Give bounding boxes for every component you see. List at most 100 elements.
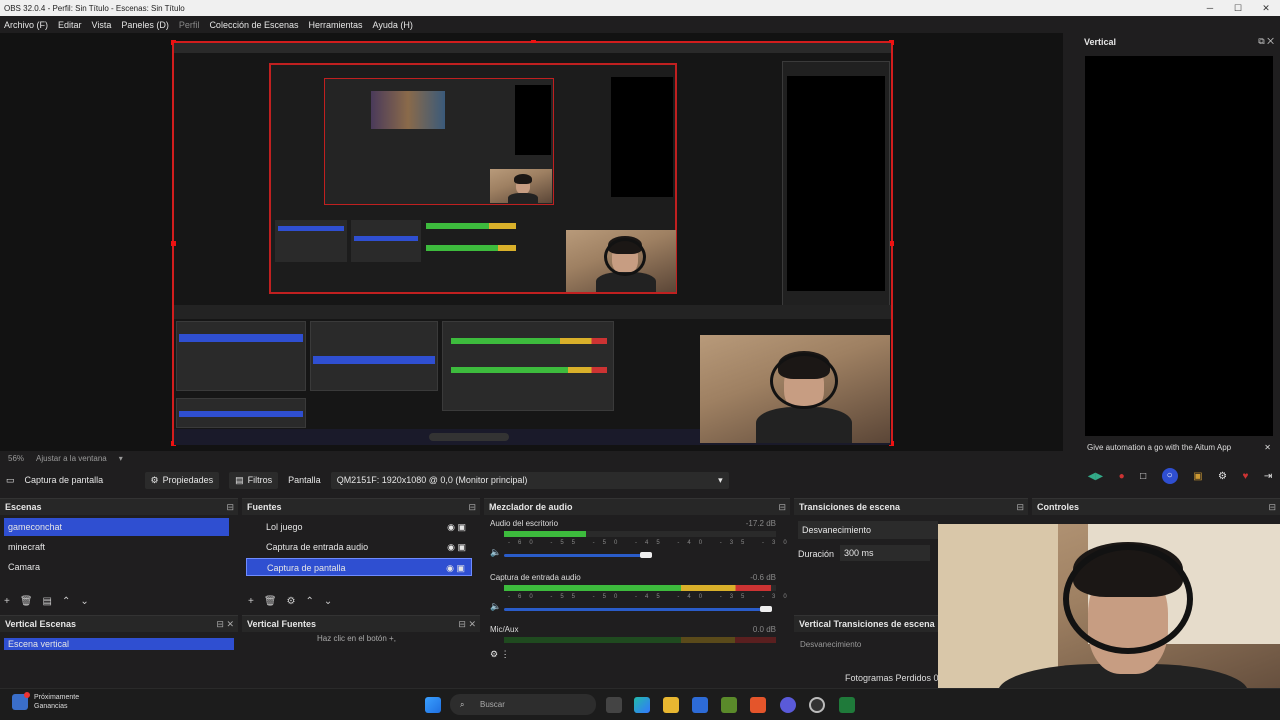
- source-label: Captura de entrada audio: [266, 542, 369, 552]
- down-icon[interactable]: ⌄: [80, 596, 88, 607]
- filter-icon[interactable]: ▤: [43, 596, 52, 607]
- up-icon[interactable]: ⌃: [62, 596, 70, 607]
- taskbar-search[interactable]: Buscar ⌕: [450, 694, 596, 715]
- filters-button[interactable]: ▤ Filtros: [229, 471, 279, 489]
- channel-db: 0.0 dB: [752, 625, 776, 634]
- stop-icon[interactable]: □: [1140, 471, 1146, 482]
- task-view-icon[interactable]: [606, 697, 622, 713]
- zoom-fit[interactable]: Ajustar a la ventana: [36, 454, 107, 463]
- scenes-tools: + 🗑 ▤ ⌃ ⌄: [4, 596, 89, 607]
- channel-name: Mic/Aux: [490, 625, 519, 634]
- exit-icon[interactable]: ⇥: [1264, 471, 1272, 482]
- speaker-icon[interactable]: 🔈: [490, 601, 501, 612]
- eye-lock-icon[interactable]: ◉ ▣: [447, 538, 466, 556]
- replay-icon[interactable]: ○: [1161, 468, 1178, 484]
- down-icon[interactable]: ⌄: [324, 596, 332, 607]
- gear-icon[interactable]: ⚙: [287, 596, 296, 607]
- taskbar-widget[interactable]: Próximamente Ganancias: [12, 692, 79, 711]
- gear-icon[interactable]: ⚙: [1218, 471, 1227, 482]
- vertical-scenes-title: Vertical Escenas: [5, 619, 77, 629]
- scene-item[interactable]: gameconchat: [4, 518, 229, 536]
- menu-vista[interactable]: Vista: [92, 20, 112, 30]
- source-item[interactable]: Captura de entrada audio ◉ ▣: [246, 538, 472, 556]
- dock-menu-icon[interactable]: ⊟: [226, 499, 234, 515]
- minecraft-icon[interactable]: [721, 697, 737, 713]
- menu-coleccion[interactable]: Colección de Escenas: [209, 20, 298, 30]
- nested-preview: [269, 63, 677, 294]
- heart-icon[interactable]: ♥: [1242, 471, 1248, 482]
- resize-handle[interactable]: [171, 241, 176, 246]
- transition-type: Desvanecimiento: [802, 525, 872, 535]
- dock-menu-icon[interactable]: ⊟: [778, 499, 786, 515]
- source-label: Captura de pantalla: [267, 563, 346, 573]
- up-icon[interactable]: ⌃: [306, 596, 314, 607]
- vertical-transition-type[interactable]: Desvanecimiento: [800, 640, 861, 649]
- mixer-config-icon[interactable]: ⚙ ⋮: [490, 649, 510, 660]
- record-icon[interactable]: ●: [1119, 471, 1125, 482]
- vertical-sources-title: Vertical Fuentes: [247, 619, 317, 629]
- scene-item[interactable]: minecraft: [4, 538, 229, 556]
- duration-input[interactable]: 300 ms: [840, 545, 930, 561]
- toast-close-icon[interactable]: ✕: [1264, 439, 1271, 457]
- dock-close-icon[interactable]: ⊟ ✕: [216, 616, 234, 632]
- maximize-button[interactable]: ☐: [1224, 0, 1252, 16]
- source-name: Captura de pantalla: [24, 475, 104, 485]
- vertical-preview[interactable]: [1085, 56, 1273, 436]
- toast-text: Give automation a go with the Aitum App: [1087, 443, 1232, 452]
- source-item[interactable]: Captura de pantalla ◉ ▣: [246, 558, 472, 576]
- scene-item[interactable]: Camara: [4, 558, 229, 576]
- volume-slider[interactable]: [504, 608, 766, 611]
- obs-icon[interactable]: [809, 697, 825, 713]
- folder-icon[interactable]: [663, 697, 679, 713]
- dock-menu-icon[interactable]: ⊟: [468, 499, 476, 515]
- close-button[interactable]: ✕: [1252, 0, 1280, 16]
- scene-icon[interactable]: ▣: [1193, 471, 1202, 482]
- volume-meter: [504, 637, 776, 643]
- source-item[interactable]: Lol juego ◉ ▣: [246, 518, 472, 536]
- add-icon[interactable]: +: [248, 596, 254, 607]
- menu-paneles[interactable]: Paneles (D): [121, 20, 169, 30]
- trash-icon[interactable]: 🗑: [264, 596, 277, 607]
- vertical-scene-item[interactable]: Escena vertical: [4, 638, 234, 650]
- stream-icon[interactable]: ◀▶: [1088, 471, 1103, 482]
- eye-lock-icon[interactable]: ◉ ▣: [447, 518, 466, 536]
- dock-menu-icon[interactable]: ⊟: [1016, 499, 1024, 515]
- windows-start-icon[interactable]: [425, 697, 441, 713]
- dock-menu-icon[interactable]: ⊟: [1268, 499, 1276, 515]
- eye-lock-icon[interactable]: ◉ ▣: [446, 559, 465, 577]
- panel-float-icon[interactable]: ⧉ ✕: [1258, 36, 1274, 47]
- dock-close-icon[interactable]: ⊟ ✕: [458, 616, 476, 632]
- menu-perfil[interactable]: Perfil: [179, 20, 200, 30]
- source-label: Lol juego: [266, 522, 303, 532]
- add-icon[interactable]: +: [4, 596, 10, 607]
- volume-slider[interactable]: [504, 554, 644, 557]
- menu-editar[interactable]: Editar: [58, 20, 82, 30]
- menu-archivo[interactable]: Archivo (F): [4, 20, 48, 30]
- properties-button[interactable]: ⚙ Propiedades: [144, 471, 220, 489]
- nested-preview-inner: [324, 78, 554, 205]
- brave-icon[interactable]: [750, 697, 766, 713]
- window-title: OBS 32.0.4 - Perfil: Sin Título - Escena…: [4, 3, 185, 13]
- copilot-icon[interactable]: [634, 697, 650, 713]
- volume-meter: [504, 585, 776, 591]
- vertical-panel: Vertical ⧉ ✕ Give automation a go with t…: [1078, 33, 1280, 463]
- volume-knob[interactable]: [760, 606, 772, 612]
- transition-select[interactable]: Desvanecimiento: [798, 521, 938, 539]
- title-bar: OBS 32.0.4 - Perfil: Sin Título - Escena…: [0, 0, 1280, 16]
- trash-icon[interactable]: 🗑: [20, 596, 33, 607]
- preview-canvas[interactable]: [171, 40, 894, 446]
- app-icon[interactable]: [780, 697, 796, 713]
- zoom-dropdown-icon[interactable]: ▾: [119, 454, 123, 463]
- nested-mixer: [442, 321, 614, 411]
- sheet-icon[interactable]: [839, 697, 855, 713]
- menu-bar: Archivo (F) Editar Vista Paneles (D) Per…: [0, 16, 1280, 33]
- vertical-transitions-dock: Vertical Transiciones de escena Desvanec…: [794, 615, 938, 665]
- menu-ayuda[interactable]: Ayuda (H): [373, 20, 413, 30]
- menu-herramientas[interactable]: Herramientas: [309, 20, 363, 30]
- minimize-button[interactable]: ─: [1196, 0, 1224, 16]
- screen-select[interactable]: QM2151F: 1920x1080 @ 0,0 (Monitor princi…: [330, 471, 729, 489]
- store-icon[interactable]: [692, 697, 708, 713]
- meter-fill: [504, 531, 586, 537]
- speaker-icon[interactable]: 🔈: [490, 547, 501, 558]
- volume-knob[interactable]: [640, 552, 652, 558]
